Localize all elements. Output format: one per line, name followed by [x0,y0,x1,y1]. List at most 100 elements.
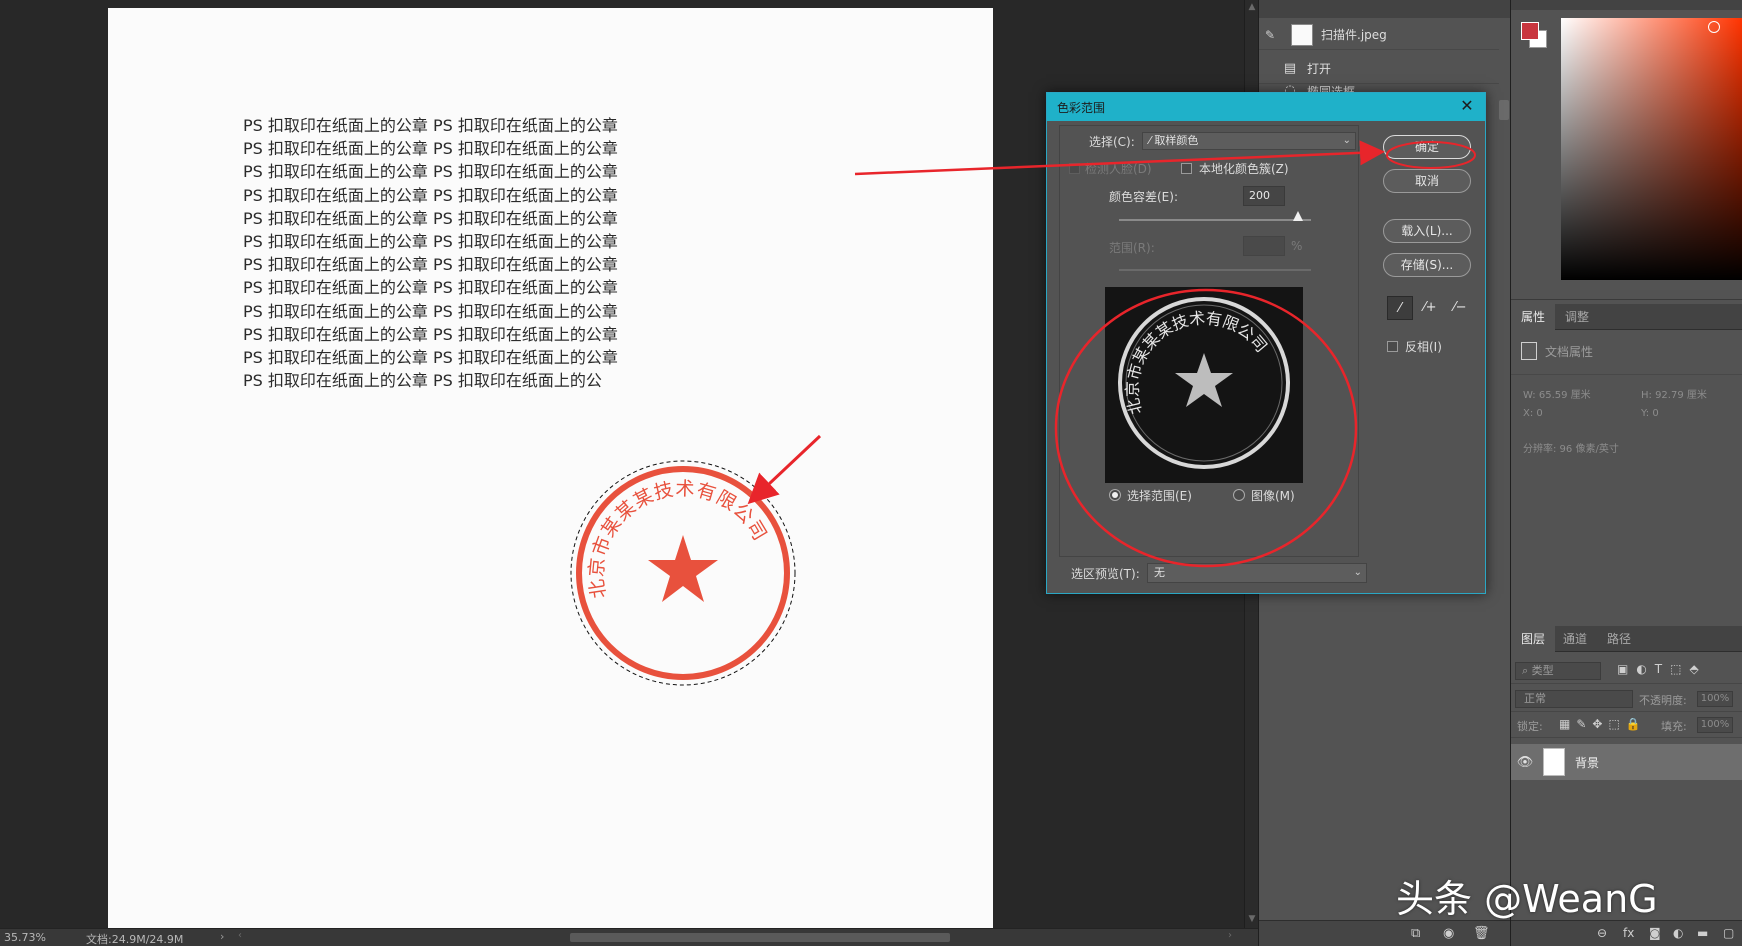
invert-checkbox[interactable] [1387,341,1398,352]
scroll-right-icon[interactable]: › [1228,930,1232,941]
blend-mode-dropdown[interactable]: 正常 [1515,690,1633,708]
history-scrollbar-thumb[interactable] [1499,100,1509,120]
fill-input[interactable]: 100% [1697,717,1733,733]
tab-channels[interactable]: 通道 [1553,626,1597,652]
status-menu-chevron-icon[interactable]: › [220,930,224,943]
divider [1511,374,1742,375]
properties-tabs: 属性 调整 [1511,304,1742,330]
opacity-label: 不透明度: [1639,694,1687,707]
horizontal-scrollbar-thumb[interactable] [570,933,950,942]
document-canvas[interactable]: PS 扣取印在纸面上的公章 PS 扣取印在纸面上的公章 PS 扣取印在纸面上的公… [108,8,993,928]
chevron-down-icon: ⌄ [1342,135,1351,146]
detect-faces-checkbox[interactable] [1069,163,1080,174]
layer-style-fx-icon[interactable]: fx [1623,926,1634,940]
lock-icons[interactable]: ▦✎✥⬚🔒 [1559,717,1647,731]
cancel-button[interactable]: 取消 [1383,169,1471,193]
select-mode-value: 取样颜色 [1154,134,1199,147]
visibility-eye-icon[interactable]: 👁 [1511,755,1539,770]
layer-row-background[interactable]: 👁 背景 [1511,744,1742,780]
text-line: PS 扣取印在纸面上的公章 PS 扣取印在纸面上的公章 [243,324,618,344]
foreground-color-swatch[interactable] [1521,22,1539,40]
load-button[interactable]: 载入(L)... [1383,219,1471,243]
tab-layers[interactable]: 图层 [1511,626,1556,652]
fill-label: 填充: [1661,720,1687,733]
layer-filter-icons[interactable]: ▣◐T⬚⬘ [1617,662,1707,676]
text-line: PS 扣取印在纸面上的公章 PS 扣取印在纸面上的公章 [243,278,618,298]
scroll-down-icon[interactable]: ▼ [1245,912,1259,926]
dialog-title-bar[interactable]: 色彩范围 ✕ [1047,93,1485,121]
tab-paths[interactable]: 路径 [1597,626,1641,652]
eyedropper-plus-icon[interactable]: ⁄+ [1417,296,1443,320]
company-seal-stamp: 北京市某某某技术有限公司 [570,460,796,686]
eyedropper-minus-icon[interactable]: ⁄− [1447,296,1473,320]
localized-clusters-checkbox[interactable] [1181,163,1192,174]
selection-preview-value: 无 [1154,566,1165,579]
brush-source-icon[interactable]: ✎ [1259,20,1281,50]
layer-filter-dropdown[interactable]: ⌕ 类型 [1515,662,1601,680]
new-document-from-state-icon[interactable]: ⧉ [1411,926,1420,941]
right-panel-column: 属性 调整 文档属性 W: 65.59 厘米 H: 92.79 厘米 X: 0 … [1510,0,1742,946]
eyedropper-icon[interactable]: ⁄ [1387,296,1413,320]
text-line: PS 扣取印在纸面上的公章 PS 扣取印在纸面上的公章 [243,162,618,182]
save-button[interactable]: 存储(S)... [1383,253,1471,277]
lock-label: 锁定: [1517,720,1543,733]
image-radio[interactable] [1233,489,1245,501]
lock-row: 锁定: ▦✎✥⬚🔒 填充: 100% [1511,712,1742,738]
scroll-up-icon[interactable]: ▲ [1245,0,1259,14]
history-snapshot[interactable]: ✎ 扫描件.jpeg [1259,20,1499,50]
trash-icon[interactable]: 🗑 [1473,926,1490,941]
scroll-left-icon[interactable]: ‹ [238,930,242,941]
layer-thumbnail [1543,748,1565,776]
text-line: PS 扣取印在纸面上的公章 PS 扣取印在纸面上的公章 [243,232,618,252]
selection-preview-image[interactable]: 北京市某某某技术有限公司 [1105,287,1303,483]
range-slider-track[interactable] [1119,269,1311,271]
detect-faces-label: 检测人脸(D) [1085,162,1152,176]
range-unit: % [1291,239,1303,253]
dialog-title: 色彩范围 [1057,101,1106,115]
fuzziness-slider-track[interactable] [1119,219,1311,221]
properties-panel: 属性 调整 文档属性 W: 65.59 厘米 H: 92.79 厘米 X: 0 … [1511,304,1742,624]
new-layer-icon[interactable]: ▢ [1723,926,1734,940]
selection-preview-dropdown[interactable]: 无 ⌄ [1147,563,1367,583]
tab-properties[interactable]: 属性 [1511,304,1556,330]
opacity-input[interactable]: 100% [1697,691,1733,707]
chevron-down-icon: ⌄ [1353,567,1362,578]
range-input[interactable] [1243,236,1285,256]
link-layers-icon[interactable]: ⊖ [1597,926,1607,940]
x-value: X: 0 [1523,408,1543,419]
color-panel-tabs [1511,0,1742,10]
document-icon: ▤ [1283,60,1297,76]
new-group-icon[interactable]: ▬ [1697,926,1708,940]
select-label: 选择(C): [1089,135,1135,149]
zoom-level[interactable]: 35.73% [4,931,48,944]
history-step-label: 打开 [1307,62,1332,76]
tab-adjustments[interactable]: 调整 [1555,304,1599,330]
snapshot-name: 扫描件.jpeg [1321,28,1387,42]
document-properties-label: 文档属性 [1545,344,1594,359]
history-panel-tabs [1259,0,1511,18]
status-bar: 35.73% 文档:24.9M/24.9M › ‹ › [0,928,1258,946]
color-picker-ring[interactable] [1708,21,1720,33]
adjustment-layer-icon[interactable]: ◐ [1673,926,1683,940]
y-value: Y: 0 [1641,408,1659,419]
select-mode-dropdown[interactable]: ⁄ 取样颜色 ⌄ [1142,132,1356,150]
color-picker-field[interactable] [1561,18,1742,280]
resolution-value: 分辨率: 96 像素/英寸 [1523,444,1619,455]
selection-radio-label: 选择范围(E) [1127,489,1192,503]
ok-button[interactable]: 确定 [1383,135,1471,159]
localized-clusters-label: 本地化颜色簇(Z) [1199,162,1289,176]
camera-snapshot-icon[interactable]: ◉ [1443,926,1454,941]
history-step-open[interactable]: ▤ 打开 [1259,54,1499,84]
close-icon[interactable]: ✕ [1457,95,1477,117]
fuzziness-input[interactable]: 200 [1243,186,1285,206]
document-text-block: PS 扣取印在纸面上的公章 PS 扣取印在纸面上的公章 PS 扣取印在纸面上的公… [243,114,618,392]
snapshot-thumbnail [1291,23,1313,46]
document-properties-header: 文档属性 [1521,342,1593,360]
text-line: PS 扣取印在纸面上的公章 PS 扣取印在纸面上的公章 [243,208,618,228]
fuzziness-slider-thumb[interactable] [1292,211,1303,221]
text-line: PS 扣取印在纸面上的公章 PS 扣取印在纸面上的公 [243,371,602,391]
image-radio-label: 图像(M) [1251,489,1295,503]
layers-tabs: 图层 通道 路径 [1511,626,1742,652]
selection-radio[interactable] [1109,489,1121,501]
add-mask-icon[interactable]: ◙ [1649,926,1661,940]
